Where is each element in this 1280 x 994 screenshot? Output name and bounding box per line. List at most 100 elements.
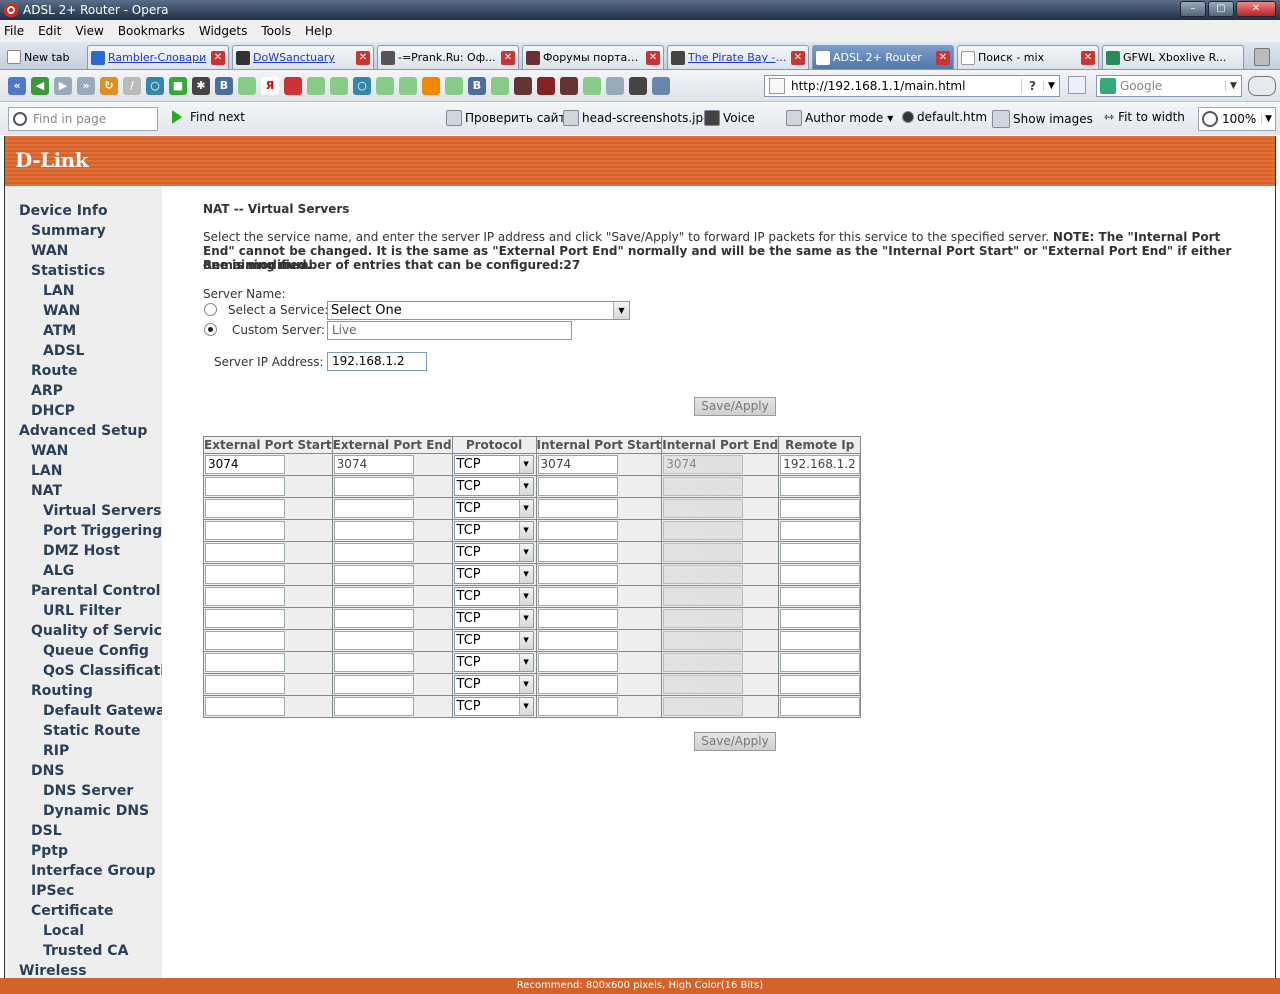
menu-tools[interactable]: Tools <box>261 24 291 38</box>
sidebar-item-wan[interactable]: WAN <box>31 443 68 459</box>
sidebar-item-pptp[interactable]: Pptp <box>31 843 68 859</box>
window-icon[interactable] <box>652 76 670 95</box>
protocol-select[interactable]: TCP ▼ <box>453 609 534 628</box>
yandex-icon[interactable]: Я <box>261 76 279 95</box>
bookmark-icon[interactable] <box>330 76 348 95</box>
sidebar-item-interface-group[interactable]: Interface Group <box>31 863 155 879</box>
sidebar-item-dynamic-dns[interactable]: Dynamic DNS <box>43 803 149 819</box>
external-port-end-input[interactable] <box>333 543 414 562</box>
rewind-icon[interactable]: « <box>8 76 26 95</box>
find-in-page-input[interactable]: Find in page <box>8 107 158 131</box>
remote-ip-input[interactable] <box>780 499 861 518</box>
external-port-start-input[interactable] <box>205 499 285 518</box>
protocol-select[interactable]: TCP ▼ <box>453 675 534 694</box>
protocol-select[interactable]: TCP ▼ <box>453 697 534 716</box>
chevron-down-icon[interactable]: ▼ <box>1261 114 1275 124</box>
external-port-end-input[interactable] <box>333 609 414 628</box>
chevron-down-icon[interactable]: ▼ <box>518 522 533 539</box>
bookmark-icon[interactable] <box>284 76 302 95</box>
chevron-down-icon[interactable]: ▼ <box>518 478 533 495</box>
sidebar-item-lan[interactable]: LAN <box>31 463 62 479</box>
sidebar-item-default-gateway[interactable]: Default Gateway <box>43 703 162 719</box>
protocol-select[interactable]: TCP ▼ <box>453 565 534 584</box>
external-port-start-input[interactable] <box>205 697 285 716</box>
sidebar-item-qos-classification[interactable]: QoS Classification <box>43 663 162 679</box>
globe-icon[interactable]: ○ <box>353 76 371 95</box>
internal-port-start-input[interactable] <box>537 653 618 672</box>
close-window-button[interactable]: ✕ <box>1236 1 1276 17</box>
voice-button[interactable]: Voice <box>704 110 755 126</box>
internal-port-start-input[interactable] <box>537 499 618 518</box>
external-port-end-input[interactable] <box>333 521 414 540</box>
back-icon[interactable]: ◀ <box>31 76 49 95</box>
tab-poisk[interactable]: Поиск - mix ✕ <box>957 45 1099 69</box>
check-site-button[interactable]: Проверить сайт! <box>446 110 570 126</box>
protocol-select[interactable]: TCP ▼ <box>453 653 534 672</box>
globe-icon[interactable]: ○ <box>146 76 164 95</box>
sidebar-item-certificate[interactable]: Certificate <box>31 903 113 919</box>
sidebar-item-statistics[interactable]: Statistics <box>31 263 105 279</box>
sidebar-item-arp[interactable]: ARP <box>31 383 63 399</box>
close-tab-icon[interactable]: ✕ <box>211 50 225 65</box>
external-port-end-input[interactable] <box>333 631 414 650</box>
address-bar[interactable]: http://192.168.1.1/main.html ? ▼ <box>764 75 1060 97</box>
rss-icon[interactable] <box>1068 76 1086 94</box>
sidebar-item-route[interactable]: Route <box>31 363 78 379</box>
sidebar-item-dsl[interactable]: DSL <box>31 823 62 839</box>
sidebar-item-alg[interactable]: ALG <box>43 563 74 579</box>
bookmark-icon[interactable] <box>606 76 624 95</box>
remote-ip-input[interactable] <box>780 653 861 672</box>
chevron-down-icon[interactable]: ▼ <box>518 588 533 605</box>
menu-file[interactable]: File <box>4 24 24 38</box>
remote-ip-input[interactable] <box>780 675 861 694</box>
sidebar-item-static-route[interactable]: Static Route <box>43 723 140 739</box>
close-tab-icon[interactable]: ✕ <box>1081 50 1095 65</box>
trash-icon[interactable] <box>1254 48 1270 66</box>
tab-prank[interactable]: -=Prank.Ru: Оф... ✕ <box>377 45 519 69</box>
protocol-select[interactable]: TCP ▼ <box>453 631 534 650</box>
bookmark-icon[interactable] <box>445 76 463 95</box>
bookmark-icon[interactable] <box>376 76 394 95</box>
bookmark-icon[interactable] <box>238 76 256 95</box>
sidebar-item-trusted-ca[interactable]: Trusted CA <box>43 943 128 959</box>
close-tab-icon[interactable]: ✕ <box>356 50 370 65</box>
sidebar-item-dns-server[interactable]: DNS Server <box>43 783 133 799</box>
internal-port-start-input[interactable] <box>537 675 618 694</box>
author-mode-button[interactable]: Author mode ▼ <box>786 110 893 126</box>
protocol-select[interactable]: TCP ▼ <box>453 543 534 562</box>
chevron-down-icon[interactable]: ▼ <box>518 500 533 517</box>
sidebar-item-device-info[interactable]: Device Info <box>19 203 108 219</box>
bookmark-icon[interactable] <box>399 76 417 95</box>
remote-ip-input[interactable] <box>780 631 861 650</box>
gear-icon[interactable]: ✱ <box>192 76 210 95</box>
protocol-select[interactable]: TCP ▼ <box>453 521 534 540</box>
internal-port-start-input[interactable] <box>537 587 618 606</box>
menu-bookmarks[interactable]: Bookmarks <box>118 24 185 38</box>
external-port-end-input[interactable] <box>333 587 414 606</box>
sidebar-item-port-triggering[interactable]: Port Triggering <box>43 523 162 539</box>
sidebar-item-wan[interactable]: WAN <box>31 243 68 259</box>
sidebar-item-quality-of-service[interactable]: Quality of Service <box>31 623 162 639</box>
internal-port-start-input[interactable] <box>537 477 618 496</box>
bookmark-icon[interactable] <box>583 76 601 95</box>
sidebar-item-local[interactable]: Local <box>43 923 84 939</box>
external-port-start-input[interactable] <box>205 587 285 606</box>
external-port-start-input[interactable] <box>205 543 285 562</box>
remote-ip-input[interactable]: 192.168.1.2 <box>780 455 861 474</box>
ship-icon[interactable] <box>629 76 647 95</box>
chevron-down-icon[interactable]: ▼ <box>518 676 533 693</box>
maximize-button[interactable]: ▢ <box>1208 1 1234 17</box>
protocol-select[interactable]: TCP ▼ <box>453 587 534 606</box>
tab-gfwl[interactable]: GFWL Xboxlive R... <box>1102 45 1244 69</box>
fast-forward-icon[interactable]: » <box>77 76 95 95</box>
show-images-button[interactable]: Show images <box>992 110 1093 128</box>
tab-new[interactable]: New tab <box>4 45 84 69</box>
search-placeholder[interactable]: Google <box>1120 79 1162 93</box>
chevron-down-icon[interactable]: ▼ <box>518 544 533 561</box>
head-screenshots-button[interactable]: head-screenshots.jpg <box>563 110 711 126</box>
menu-widgets[interactable]: Widgets <box>199 24 248 38</box>
default-htm-button[interactable]: default.htm <box>902 110 987 124</box>
chevron-down-icon[interactable]: ▼ <box>613 302 629 319</box>
chevron-down-icon[interactable]: ▼ <box>518 654 533 671</box>
chevron-down-icon[interactable]: ▼ <box>518 456 533 473</box>
